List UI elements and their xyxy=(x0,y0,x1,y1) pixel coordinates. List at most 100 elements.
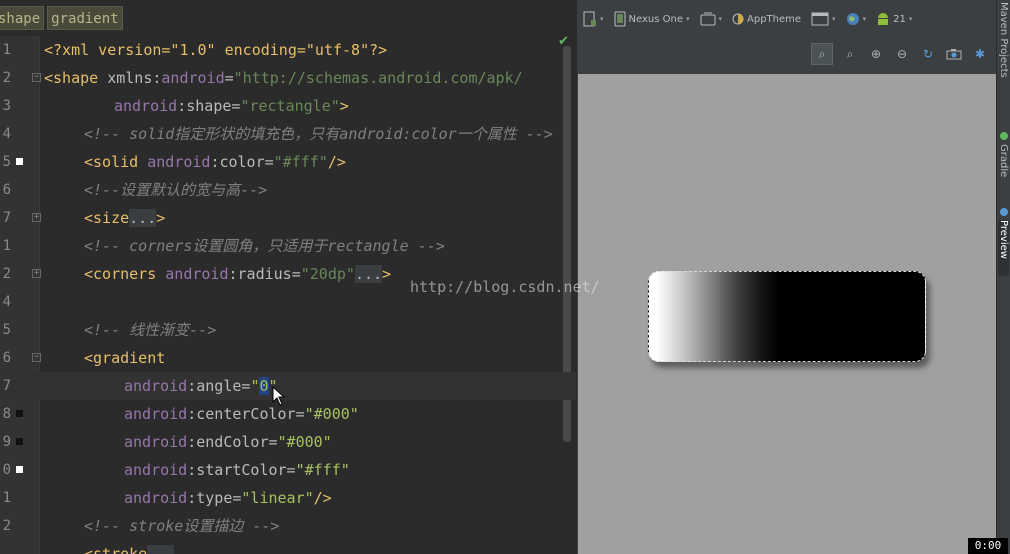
line-number: 7 xyxy=(2,378,11,394)
code-line: 5 <!-- 线性渐变--> xyxy=(0,316,576,344)
shape-preview xyxy=(648,271,926,362)
code-line: 6 <!--设置默认的宽与高--> xyxy=(0,176,576,204)
code-line: 9 android:endColor="#000" xyxy=(0,428,576,456)
code-text[interactable]: <!-- 线性渐变--> xyxy=(84,316,216,344)
theme-icon xyxy=(732,13,744,25)
code-line: 1 <!-- corners设置圆角，只适用于rectangle --> xyxy=(0,232,576,260)
zoom-out-icon: ⊖ xyxy=(896,47,908,61)
zoom-actual-button[interactable]: ⌕ xyxy=(841,45,859,63)
code-line: 8 android:centerColor="#000" xyxy=(0,400,576,428)
code-text[interactable]: <shape xmlns:android="http://schemas.and… xyxy=(44,64,523,92)
code-text[interactable]: <corners android:radius="20dp"...> xyxy=(84,260,391,288)
tab-maven-projects[interactable]: Maven Projects xyxy=(998,2,1009,108)
line-number: 1 xyxy=(2,490,11,506)
rotate-device-icon xyxy=(700,12,715,26)
text-selection[interactable]: 0 xyxy=(259,377,269,395)
code-editor[interactable]: shape gradient ✔ 1 <?xml version="1.0" e… xyxy=(0,0,576,554)
document-icon xyxy=(583,11,596,27)
device-selector[interactable]: Nexus One ▾ xyxy=(612,8,692,30)
android-icon xyxy=(878,13,889,25)
refresh-button[interactable]: ↻ xyxy=(919,45,937,63)
color-swatch-white[interactable] xyxy=(16,158,23,165)
fold-icon[interactable]: + xyxy=(32,213,41,222)
zoom-in-button[interactable]: ⊕ xyxy=(867,45,885,63)
code-line: 7 + <size...> xyxy=(0,204,576,232)
preview-canvas[interactable] xyxy=(578,74,997,554)
api-level-label: 21 xyxy=(893,13,906,25)
zoom-to-fit-button[interactable]: ⌕ xyxy=(811,43,833,65)
code-line: 1 <?xml version="1.0" encoding="utf-8"?> xyxy=(0,36,576,64)
code-line: 2 <!-- stroke设置描边 --> xyxy=(0,512,576,540)
activity-button[interactable]: ▾ xyxy=(809,8,838,30)
tab-gradle[interactable]: Gradle xyxy=(998,144,1009,192)
line-number: 9 xyxy=(2,434,11,450)
line-number: 0 xyxy=(2,462,11,478)
layout-preview-pane: ▾ Nexus One ▾ ▾ AppTheme ▾ ▾ 21 ▾ ⌕ ⌕ ⊕ … xyxy=(576,0,997,554)
tab-preview[interactable]: Preview xyxy=(998,220,1009,276)
line-number: 5 xyxy=(2,154,11,170)
color-swatch-black[interactable] xyxy=(16,410,23,417)
code-line: 1 android:type="linear"/> xyxy=(0,484,576,512)
line-number: 4 xyxy=(2,294,11,310)
theme-selector[interactable]: AppTheme xyxy=(730,8,803,30)
zoom-fit-icon: ⌕ xyxy=(818,46,826,61)
theme-label: AppTheme xyxy=(747,13,802,25)
code-text[interactable]: <size...> xyxy=(84,204,165,232)
line-number: 1 xyxy=(2,238,11,254)
code-text[interactable]: android:shape="rectangle"> xyxy=(114,92,349,120)
code-line: <stroke... xyxy=(0,540,576,554)
tool-window-strip: Maven Projects Gradle Preview xyxy=(996,0,1010,554)
code-text[interactable]: android:centerColor="#000" xyxy=(124,400,359,428)
line-number: 2 xyxy=(2,518,11,534)
code-text[interactable]: <!--设置默认的宽与高--> xyxy=(84,176,267,204)
gear-icon: ✱ xyxy=(974,47,986,61)
breadcrumb-item-gradient[interactable]: gradient xyxy=(47,6,123,30)
preview-icon xyxy=(1000,208,1008,216)
code-line: 3 android:shape="rectangle"> xyxy=(0,92,576,120)
code-line: 6 − <gradient xyxy=(0,344,576,372)
settings-button[interactable]: ✱ xyxy=(971,45,989,63)
color-swatch-white[interactable] xyxy=(16,466,23,473)
zoom-toolbar: ⌕ ⌕ ⊕ ⊖ ↻ ✱ xyxy=(577,38,997,70)
chevron-down-icon: ▾ xyxy=(862,15,867,23)
color-swatch-black[interactable] xyxy=(16,438,23,445)
layout-icon xyxy=(811,12,829,26)
fold-icon[interactable]: + xyxy=(32,269,41,278)
config-button[interactable]: ▾ xyxy=(581,8,606,30)
orientation-button[interactable]: ▾ xyxy=(698,8,725,30)
code-text[interactable]: <!-- corners设置圆角，只适用于rectangle --> xyxy=(84,232,445,260)
locale-selector[interactable]: ▾ xyxy=(844,8,869,30)
code-text[interactable]: android:type="linear"/> xyxy=(124,484,332,512)
code-text[interactable]: <?xml version="1.0" encoding="utf-8"?> xyxy=(44,36,387,64)
code-text[interactable]: <solid android:color="#fff"/> xyxy=(84,148,346,176)
breadcrumb-item-shape[interactable]: shape xyxy=(0,6,45,30)
screenshot-button[interactable] xyxy=(945,45,963,63)
zoom-actual-icon: ⌕ xyxy=(846,46,854,61)
code-text[interactable]: <!-- stroke设置描边 --> xyxy=(84,512,279,540)
chevron-down-icon: ▾ xyxy=(908,15,913,23)
code-text[interactable]: <stroke... xyxy=(84,540,175,554)
code-text[interactable]: <gradient xyxy=(84,344,165,372)
recording-timer: 0:00 xyxy=(968,538,1008,554)
breadcrumb: shape gradient xyxy=(0,6,123,30)
line-number: 4 xyxy=(2,126,11,142)
line-number: 3 xyxy=(2,98,11,114)
line-number: 5 xyxy=(2,322,11,338)
api-level-selector[interactable]: 21 ▾ xyxy=(874,8,914,30)
line-number: 2 xyxy=(2,70,11,86)
chevron-down-icon: ▾ xyxy=(685,15,690,23)
code-line: 4 <!-- solid指定形状的填充色，只有android:color一个属性… xyxy=(0,120,576,148)
zoom-out-button[interactable]: ⊖ xyxy=(893,45,911,63)
fold-icon[interactable]: − xyxy=(32,73,41,82)
code-text[interactable]: android:endColor="#000" xyxy=(124,428,332,456)
line-number: 1 xyxy=(2,42,11,58)
code-text[interactable]: android:startColor="#fff" xyxy=(124,456,350,484)
code-line: 2 − <shape xmlns:android="http://schemas… xyxy=(0,64,576,92)
fold-icon[interactable]: − xyxy=(32,353,41,362)
zoom-in-icon: ⊕ xyxy=(870,47,882,61)
code-text[interactable]: <!-- solid指定形状的填充色，只有android:color一个属性 -… xyxy=(84,120,553,148)
gradle-icon xyxy=(1000,132,1008,140)
line-number: 2 xyxy=(2,266,11,282)
line-number: 6 xyxy=(2,350,11,366)
code-text[interactable]: android:angle="0" xyxy=(124,372,278,400)
